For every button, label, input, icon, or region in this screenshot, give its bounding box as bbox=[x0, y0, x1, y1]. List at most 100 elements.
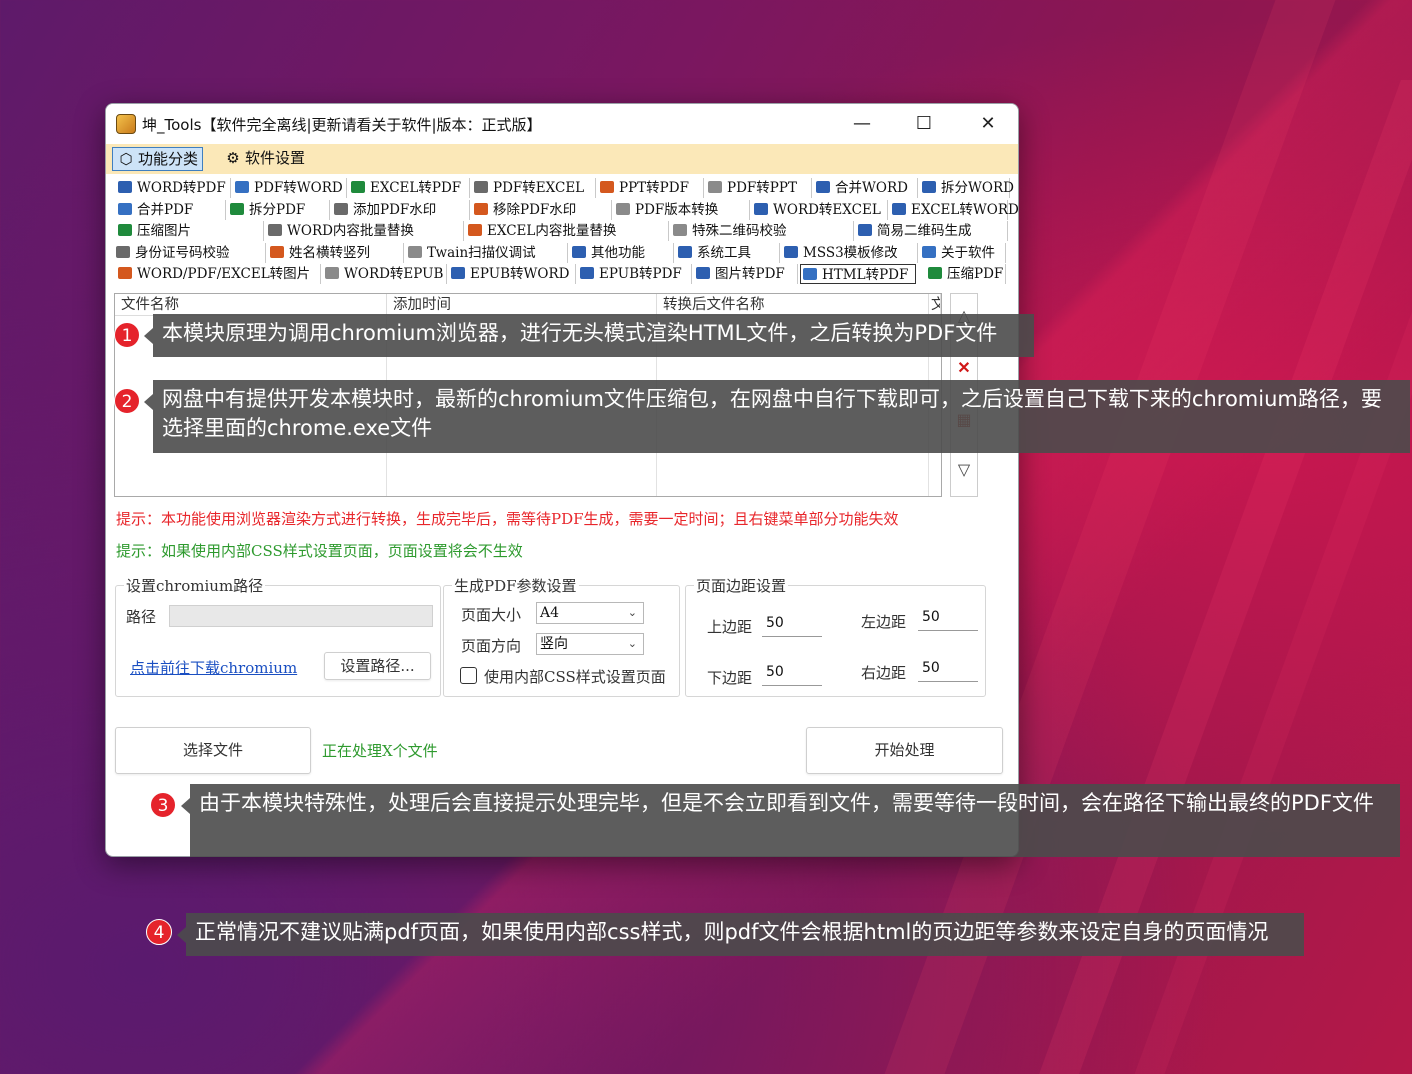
tab-label: EXCEL转PDF bbox=[370, 180, 462, 196]
tab-icon bbox=[616, 202, 630, 215]
tab-4-3[interactable]: EPUB转PDF bbox=[578, 264, 692, 284]
callout-badge-2: 2 bbox=[114, 388, 140, 414]
tab-0-1[interactable]: PDF转WORD bbox=[233, 178, 347, 198]
tab-0-4[interactable]: PPT转PDF bbox=[598, 178, 704, 198]
menu-function-category[interactable]: ⬡ 功能分类 bbox=[112, 147, 204, 171]
tab-icon bbox=[468, 224, 482, 236]
tab-1-1[interactable]: 拆分PDF bbox=[228, 199, 330, 220]
callout-4: 正常情况不建议贴满pdf页面，如果使用内部css样式，则pdf文件会根据html… bbox=[177, 913, 1304, 956]
tab-icon bbox=[351, 181, 365, 193]
tab-icon bbox=[784, 245, 798, 258]
tab-2-2[interactable]: EXCEL内容批量替换 bbox=[466, 221, 669, 241]
tab-3-4[interactable]: 系统工具 bbox=[676, 242, 780, 263]
page-orientation-select[interactable]: 竖向 ⌄ bbox=[536, 633, 644, 655]
maximize-button[interactable]: ☐ bbox=[904, 110, 944, 138]
tab-label: WORD内容批量替换 bbox=[287, 223, 414, 239]
tab-1-3[interactable]: 移除PDF水印 bbox=[472, 199, 612, 220]
tab-label: PDF版本转换 bbox=[635, 201, 719, 218]
tab-4-2[interactable]: EPUB转WORD bbox=[449, 264, 576, 284]
tab-0-6[interactable]: 合并WORD bbox=[814, 178, 918, 198]
group-title: 页面边距设置 bbox=[694, 575, 789, 596]
group-title: 设置chromium路径 bbox=[124, 575, 266, 596]
tab-4-4[interactable]: 图片转PDF bbox=[694, 264, 798, 284]
bottom-margin-input[interactable]: 50 bbox=[762, 660, 822, 686]
chromium-path-field[interactable] bbox=[169, 605, 433, 627]
tab-label: 合并WORD bbox=[835, 180, 908, 196]
left-margin-input[interactable]: 50 bbox=[918, 605, 978, 631]
tab-icon bbox=[678, 245, 692, 258]
tab-1-4[interactable]: PDF版本转换 bbox=[614, 199, 750, 220]
tab-3-0[interactable]: 身份证号码校验 bbox=[114, 242, 266, 263]
minimize-button[interactable]: — bbox=[842, 110, 882, 138]
tab-label: PPT转PDF bbox=[619, 180, 689, 196]
tab-1-5[interactable]: WORD转EXCEL bbox=[752, 199, 888, 220]
tab-icon bbox=[451, 267, 465, 279]
tab-0-5[interactable]: PDF转PPT bbox=[706, 178, 812, 198]
tab-1-6[interactable]: EXCEL转WORD bbox=[890, 199, 1018, 220]
tab-icon bbox=[474, 181, 488, 193]
tab-2-1[interactable]: WORD内容批量替换 bbox=[266, 221, 464, 241]
start-processing-button[interactable]: 开始处理 bbox=[806, 727, 1003, 774]
left-margin-label: 左边距 bbox=[861, 613, 907, 631]
tab-icon bbox=[673, 224, 687, 236]
tab-4-1[interactable]: WORD转EPUB bbox=[323, 264, 447, 284]
tab-icon bbox=[803, 268, 817, 280]
tab-2-3[interactable]: 特殊二维码校验 bbox=[671, 221, 854, 241]
move-down-icon[interactable]: ▽ bbox=[951, 460, 977, 479]
tab-4-0[interactable]: WORD/PDF/EXCEL转图片 bbox=[116, 264, 321, 284]
processing-status: 正在处理X个文件 bbox=[322, 742, 438, 760]
close-button[interactable]: ✕ bbox=[968, 110, 1008, 138]
tab-1-2[interactable]: 添加PDF水印 bbox=[332, 199, 470, 220]
tab-label: 简易二维码生成 bbox=[877, 223, 972, 239]
tab-2-0[interactable]: 压缩图片 bbox=[116, 221, 264, 241]
right-margin-input[interactable]: 50 bbox=[918, 656, 978, 682]
function-tabs: WORD转PDF PDF转WORD EXCEL转PDF PDF转EXCEL PPT转PD… bbox=[106, 176, 1018, 286]
tab-label: 特殊二维码校验 bbox=[692, 223, 787, 239]
use-css-checkbox[interactable] bbox=[460, 667, 477, 684]
window-title: 坤_Tools【软件完全离线|更新请看关于软件|版本：正式版】 bbox=[142, 116, 542, 134]
tab-3-1[interactable]: 姓名横转竖列 bbox=[268, 242, 404, 263]
menu-bar: ⬡ 功能分类 ⚙ 软件设置 bbox=[106, 144, 1018, 174]
tab-icon bbox=[118, 224, 132, 236]
tab-4-5[interactable]: HTML转PDF bbox=[800, 264, 916, 284]
tab-icon bbox=[708, 181, 722, 193]
delete-icon[interactable]: ✕ bbox=[951, 358, 977, 377]
top-margin-input[interactable]: 50 bbox=[762, 611, 822, 637]
tab-4-6[interactable]: 压缩PDF bbox=[926, 264, 1006, 284]
tab-label: WORD转EXCEL bbox=[773, 201, 881, 218]
tab-3-6[interactable]: 关于软件 bbox=[920, 242, 1006, 263]
page-size-select[interactable]: A4 ⌄ bbox=[536, 602, 644, 624]
column-header[interactable]: 添加时间 bbox=[387, 294, 657, 316]
tab-icon bbox=[118, 181, 132, 193]
tab-0-7[interactable]: 拆分WORD bbox=[920, 178, 1014, 198]
tab-label: EPUB转WORD bbox=[470, 266, 570, 282]
tab-1-0[interactable]: 合并PDF bbox=[116, 199, 226, 220]
select-files-button[interactable]: 选择文件 bbox=[115, 727, 311, 774]
tab-label: 压缩PDF bbox=[947, 266, 1004, 282]
tab-2-4[interactable]: 简易二维码生成 bbox=[856, 221, 1008, 241]
callout-badge-4: 4 bbox=[146, 919, 172, 945]
tab-label: 姓名横转竖列 bbox=[289, 244, 370, 261]
tab-icon bbox=[116, 245, 130, 258]
column-header[interactable]: 转换后文件名称 bbox=[657, 294, 929, 316]
hint-red: 提示：本功能使用浏览器渲染方式进行转换，生成完毕后，需等待PDF生成，需要一定时… bbox=[116, 510, 899, 528]
download-chromium-link[interactable]: 点击前往下载chromium bbox=[130, 657, 297, 678]
tab-icon bbox=[118, 267, 132, 279]
bottom-margin-label: 下边距 bbox=[707, 669, 753, 687]
menu-software-settings[interactable]: ⚙ 软件设置 bbox=[220, 147, 309, 171]
tab-0-0[interactable]: WORD转PDF bbox=[116, 178, 231, 198]
path-label: 路径 bbox=[126, 608, 157, 626]
column-header[interactable]: 文件名称 bbox=[115, 294, 387, 316]
tab-0-3[interactable]: PDF转EXCEL bbox=[472, 178, 596, 198]
set-path-button[interactable]: 设置路径... bbox=[324, 652, 431, 680]
callout-1: 本模块原理为调用chromium浏览器，进行无头模式渲染HTML文件，之后转换为… bbox=[144, 314, 1034, 357]
tab-icon bbox=[922, 181, 936, 193]
tab-0-2[interactable]: EXCEL转PDF bbox=[349, 178, 470, 198]
column-header[interactable]: 文 bbox=[929, 294, 941, 316]
tab-3-5[interactable]: MSS3模板修改 bbox=[782, 242, 918, 263]
chromium-path-group: 设置chromium路径 路径 点击前往下载chromium 设置路径... bbox=[115, 575, 441, 697]
tab-3-2[interactable]: Twain扫描仪调试 bbox=[406, 242, 568, 263]
tab-icon bbox=[230, 202, 244, 215]
tab-3-3[interactable]: 其他功能 bbox=[570, 242, 674, 263]
tab-label: MSS3模板修改 bbox=[803, 244, 898, 261]
